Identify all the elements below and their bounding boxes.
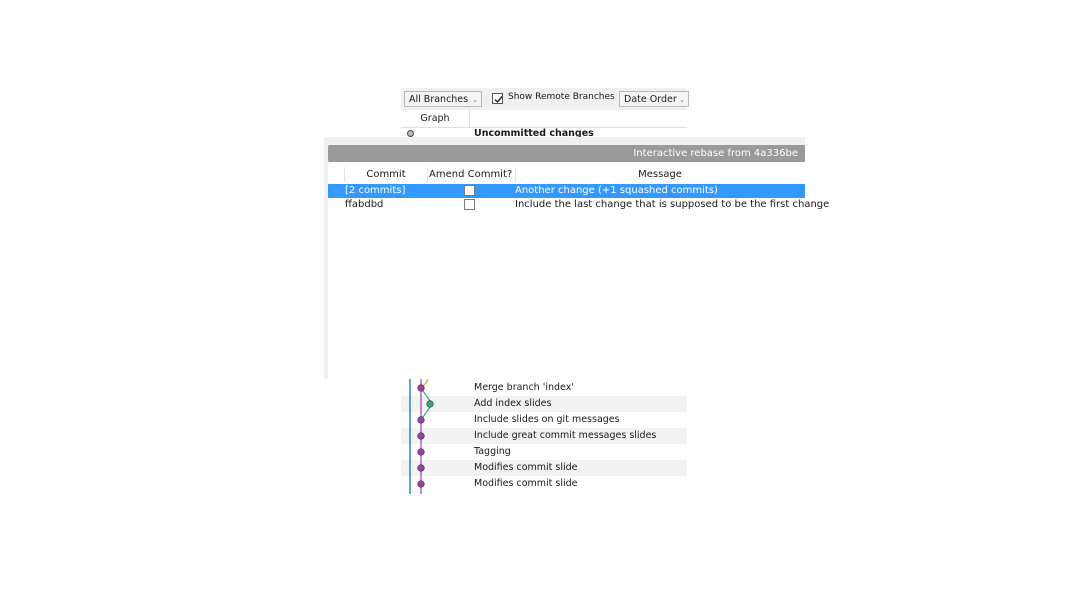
- message-cell[interactable]: Include the last change that is supposed…: [515, 198, 829, 212]
- commit-row[interactable]: Modifies commit slide: [401, 476, 687, 492]
- show-remote-label: Show Remote Branches: [508, 92, 615, 102]
- order-dropdown[interactable]: Date Order ⌄: [619, 91, 689, 107]
- amend-column-header[interactable]: Amend Commit?: [428, 167, 516, 182]
- commit-column-header[interactable]: Commit: [345, 167, 428, 182]
- commit-cell: ffabdbd: [345, 199, 384, 210]
- history-column-header: Graph: [401, 110, 687, 128]
- branches-dropdown-value: All Branches: [409, 94, 469, 105]
- commit-row[interactable]: Modifies commit slide: [401, 460, 687, 476]
- commit-row[interactable]: Merge branch 'index': [401, 380, 687, 396]
- commit-message: Add index slides: [474, 398, 552, 409]
- commit-row[interactable]: Include slides on git messages: [401, 412, 687, 428]
- commit-row[interactable]: Include great commit messages slides: [401, 428, 687, 444]
- commit-node-icon: [417, 416, 425, 424]
- expand-triangle-icon[interactable]: ▷: [334, 184, 339, 198]
- commit-message: Modifies commit slide: [474, 462, 578, 473]
- commit-message: Tagging: [474, 446, 511, 457]
- dialog-top-strip: [324, 137, 805, 145]
- commit-list: Merge branch 'index' Add index slides In…: [401, 380, 687, 492]
- amend-checkbox[interactable]: [464, 185, 475, 196]
- commit-message: Include slides on git messages: [474, 414, 620, 425]
- message-cell[interactable]: Another change (+1 squashed commits): [515, 184, 718, 198]
- rebase-row[interactable]: ▷ [2 commits] Another change (+1 squashe…: [328, 184, 805, 198]
- chevron-down-icon: ⌄: [472, 96, 478, 104]
- history-toolbar: All Branches ⌄ Show Remote Branches Date…: [401, 88, 689, 110]
- commit-message: Merge branch 'index': [474, 382, 574, 393]
- rebase-table-header: Commit Amend Commit? Message: [328, 167, 805, 182]
- commit-row[interactable]: Add index slides: [401, 396, 687, 412]
- amend-checkbox[interactable]: [464, 199, 475, 210]
- branches-dropdown[interactable]: All Branches ⌄: [404, 91, 482, 107]
- commit-graph: [409, 376, 434, 494]
- commit-node-icon: [417, 448, 425, 456]
- interactive-rebase-dialog: Interactive rebase from 4a336be Commit A…: [324, 137, 829, 379]
- show-remote-checkbox[interactable]: [492, 93, 503, 104]
- rebase-row[interactable]: ffabdbd Include the last change that is …: [328, 198, 829, 212]
- chevron-down-icon: ⌄: [679, 96, 685, 104]
- commit-node-icon: [417, 464, 425, 472]
- commit-node-icon: [417, 384, 425, 392]
- checkmark-icon: [494, 96, 503, 104]
- commit-node-icon: [417, 432, 425, 440]
- graph-column-header[interactable]: Graph: [401, 110, 470, 127]
- commit-row[interactable]: Tagging: [401, 444, 687, 460]
- header-gutter: [328, 167, 345, 182]
- uncommitted-node-icon: [407, 130, 414, 137]
- message-column-header[interactable]: Message: [515, 167, 805, 182]
- rebase-title: Interactive rebase from 4a336be: [328, 145, 805, 162]
- commit-message: Modifies commit slide: [474, 478, 578, 489]
- commit-cell: [2 commits]: [345, 185, 406, 196]
- commit-node-icon: [426, 400, 434, 408]
- order-dropdown-value: Date Order: [624, 94, 677, 105]
- commit-node-icon: [417, 480, 425, 488]
- commit-message: Include great commit messages slides: [474, 430, 657, 441]
